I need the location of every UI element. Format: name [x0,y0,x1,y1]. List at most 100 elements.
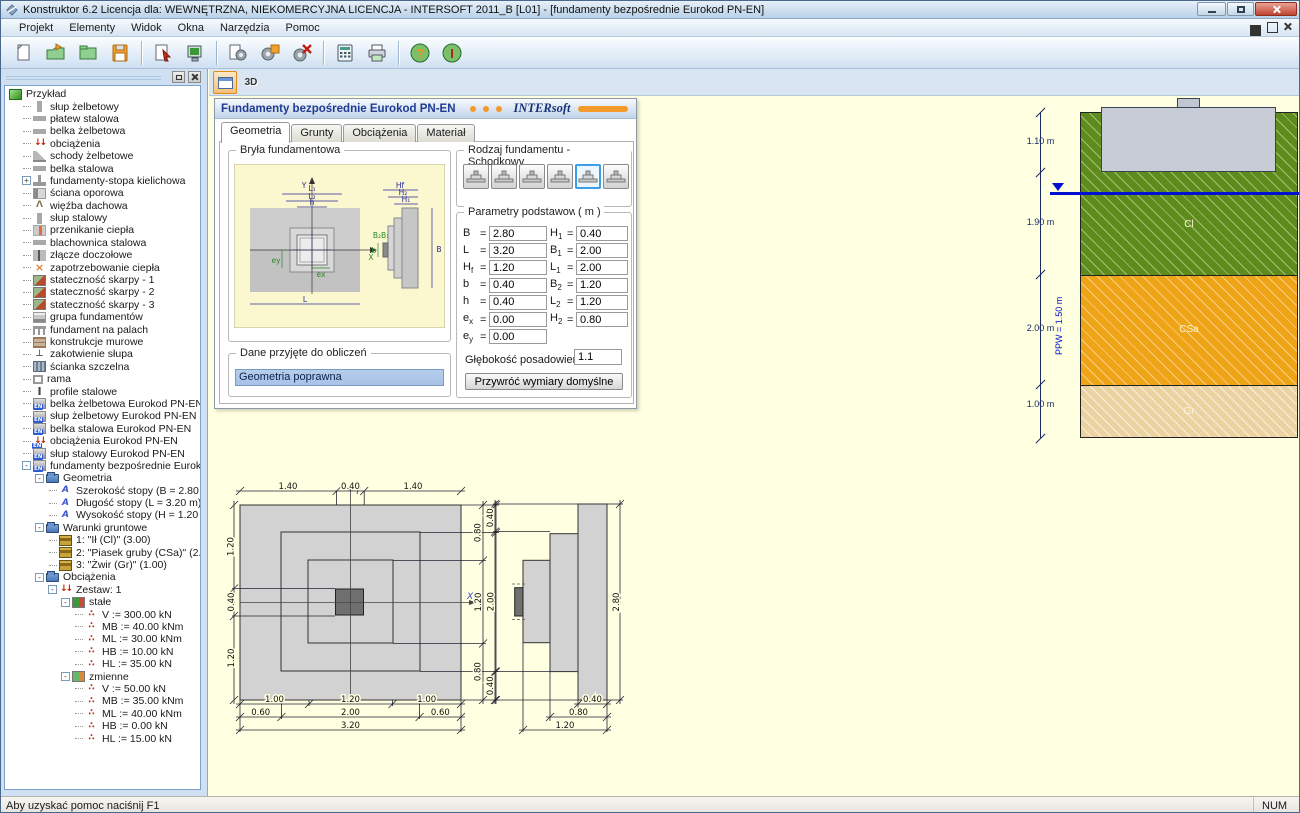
panel-grip[interactable] [6,74,161,80]
tree-item[interactable]: 2: "Piasek gruby (CSa)" (2.00) [5,546,200,558]
tab-obci-enia[interactable]: Obciążenia [343,124,416,142]
tree-item[interactable]: słup żelbetowy Eurokod PN-EN [5,410,200,422]
tree-item[interactable]: MB := 40.00 kNm [5,621,200,633]
param-input-L[interactable] [489,243,547,258]
tree-item[interactable]: obciążenia [5,138,200,150]
calculator-icon[interactable] [330,39,360,67]
menu-projekt[interactable]: Projekt [11,21,61,35]
save-icon[interactable] [105,39,135,67]
print-icon[interactable] [362,39,392,67]
tree-item[interactable]: złącze doczołowe [5,249,200,261]
tree-item[interactable]: schody żelbetowe [5,150,200,162]
tree-item[interactable]: ścianka szczelna [5,361,200,373]
param-input-ey[interactable] [489,329,547,344]
panel-close-button[interactable] [188,71,201,83]
tree-item[interactable]: obciążenia Eurokod PN-EN [5,435,200,447]
tree-item[interactable]: ML := 40.00 kNm [5,708,200,720]
tree-item[interactable]: HB := 0.00 kN [5,720,200,732]
close-element-icon[interactable] [180,39,210,67]
depth-input[interactable] [574,349,622,365]
tree-item[interactable]: V := 300.00 kN [5,608,200,620]
tree-item[interactable]: słup żelbetowy [5,100,200,112]
tree-item[interactable]: belka stalowa [5,162,200,174]
tree-item[interactable]: -Warunki gruntowe [5,522,200,534]
expand-toggle[interactable]: - [61,598,70,607]
restore-defaults-button[interactable]: Przywróć wymiary domyślne [465,373,623,390]
param-input-B2[interactable] [576,278,628,293]
tree-item[interactable]: zapotrzebowanie ciepła [5,261,200,273]
param-input-Hf[interactable] [489,260,547,275]
tree-item[interactable]: belka żelbetowa Eurokod PN-EN [5,398,200,410]
param-input-h[interactable] [489,295,547,310]
param-input-H2[interactable] [576,312,628,327]
select-element-icon[interactable] [148,39,178,67]
tree-item[interactable]: stateczność skarpy - 3 [5,299,200,311]
menu-pomoc[interactable]: Pomoc [278,21,328,35]
maximize-button[interactable] [1227,2,1254,16]
new-calculation-icon[interactable] [223,39,253,67]
delete-calculation-icon[interactable] [287,39,317,67]
new-project-icon[interactable] [9,39,39,67]
tree-item[interactable]: konstrukcje murowe [5,336,200,348]
foundation-type-dwustopniowy[interactable] [547,164,573,189]
tab-geometria[interactable]: Geometria [221,122,290,143]
expand-toggle[interactable]: - [35,523,44,532]
tree-item[interactable]: -fundamenty bezpośrednie Eurokod PN-EN [5,460,200,472]
tree-item[interactable]: -Obciążenia [5,571,200,583]
tree-item[interactable]: 3: "Żwir (Gr)" (1.00) [5,559,200,571]
foundation-type-kielichowy[interactable] [603,164,629,189]
open-folder-icon[interactable] [73,39,103,67]
tree-item[interactable]: V := 50.00 kN [5,683,200,695]
tree-item[interactable]: słup stalowy Eurokod PN-EN [5,447,200,459]
tree-item[interactable]: Przykład [5,88,200,100]
form-view-button[interactable] [213,71,237,94]
foundation-type-schodkowy[interactable] [575,164,601,189]
tab-materia[interactable]: Materiał [417,124,474,142]
geometry-status-field[interactable]: Geometria poprawna [235,369,444,386]
tree-item[interactable]: płatew stalowa [5,113,200,125]
panel-restore-button[interactable] [172,71,185,83]
param-input-b[interactable] [489,278,547,293]
tree-item[interactable]: 1: "Ił (Cl)" (3.00) [5,534,200,546]
close-button[interactable] [1255,2,1297,16]
tree-item[interactable]: HL := 15.00 kN [5,732,200,744]
tree-item[interactable]: ML := 30.00 kNm [5,633,200,645]
menu-elementy[interactable]: Elementy [61,21,123,35]
param-input-L1[interactable] [576,260,628,275]
param-input-ex[interactable] [489,312,547,327]
tree-item[interactable]: ściana oporowa [5,187,200,199]
tree-item[interactable]: belka żelbetowa [5,125,200,137]
menu-widok[interactable]: Widok [123,21,170,35]
menu-okna[interactable]: Okna [170,21,212,35]
tree-item[interactable]: zakotwienie słupa [5,348,200,360]
foundation-type-ostros-upowy[interactable] [519,164,545,189]
open-project-icon[interactable] [41,39,71,67]
tree-item[interactable]: HL := 35.00 kN [5,658,200,670]
tree-item[interactable]: słup stalowy [5,212,200,224]
tree-item[interactable]: Wysokość stopy (H = 1.20 m) [5,509,200,521]
tree-item[interactable]: -Geometria [5,472,200,484]
tab-grunty[interactable]: Grunty [291,124,342,142]
view-3d-button[interactable]: 3D [239,71,263,94]
expand-toggle[interactable]: - [35,573,44,582]
minimize-button[interactable] [1197,2,1226,16]
foundation-type-trapezowy[interactable] [491,164,517,189]
tree-item[interactable]: -Zestaw: 1 [5,584,200,596]
tree-item[interactable]: +fundamenty-stopa kielichowa [5,175,200,187]
tree-item[interactable]: przenikanie ciepła [5,224,200,236]
param-input-H1[interactable] [576,226,628,241]
about-icon[interactable]: I [437,39,467,67]
expand-toggle[interactable]: - [61,672,70,681]
tree-item[interactable]: więźba dachowa [5,200,200,212]
mdi-minimize-button[interactable] [1250,22,1261,33]
tree-item[interactable]: -zmienne [5,670,200,682]
tree-item[interactable]: -stałe [5,596,200,608]
tree-item[interactable]: blachownica stalowa [5,237,200,249]
expand-toggle[interactable]: - [48,585,57,594]
tree-item[interactable]: HB := 10.00 kN [5,646,200,658]
tree-item[interactable]: stateczność skarpy - 1 [5,274,200,286]
param-input-B1[interactable] [576,243,628,258]
expand-toggle[interactable]: + [22,176,31,185]
tree-item[interactable]: fundament na palach [5,323,200,335]
mdi-close-button[interactable] [1284,22,1295,33]
